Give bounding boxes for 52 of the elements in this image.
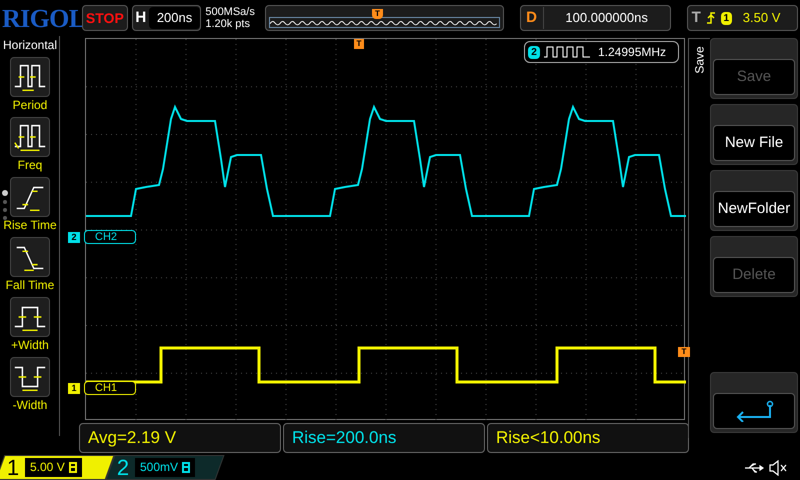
measurement-readout: Avg=2.19 V — [79, 423, 281, 453]
menu-item-label: Freq — [18, 157, 42, 173]
measure-button[interactable] — [10, 357, 50, 397]
channel-marker: 2 — [68, 232, 80, 242]
return-arrow-icon — [734, 400, 774, 422]
channel-number: 2 — [117, 456, 130, 478]
softkey-button[interactable]: NewFolder — [713, 191, 795, 227]
channel-marker: 1 — [68, 382, 80, 394]
measure-button[interactable] — [10, 177, 50, 217]
trigger-level-marker: T — [678, 347, 690, 357]
channel-scale-tab[interactable]: 1 5.00 V — [0, 455, 115, 480]
channel-tag: CH2 — [84, 230, 136, 244]
menu-item-label: Period — [12, 97, 48, 113]
trigger-key: T — [692, 6, 701, 30]
square-wave-icon — [544, 46, 590, 58]
sample-rate: 500MSa/s — [205, 6, 256, 18]
trigger-level: 3.50 V — [742, 9, 780, 28]
measure-button[interactable] — [10, 57, 50, 97]
run-stop-button[interactable]: STOP — [82, 5, 128, 31]
counter-value: 1.24995MHz — [598, 44, 666, 61]
channel-scale: 500mV — [140, 459, 178, 476]
bandwidth-limit-icon — [182, 462, 190, 473]
measurement-readout: Rise<10.00ns — [487, 423, 689, 453]
menu-item-label: -Width — [12, 397, 48, 413]
delay-value[interactable]: 100.000000ns — [542, 7, 670, 29]
speaker-muted-icon — [768, 460, 788, 476]
channel-number: 1 — [7, 456, 20, 478]
trigger-position-marker: T — [372, 9, 383, 19]
memory-depth: 1.20k pts — [205, 18, 251, 30]
channel-scale-tab[interactable]: 2 500mV — [105, 455, 225, 480]
timebase-value[interactable]: 200ns — [148, 7, 200, 29]
measurement-readout: Rise=200.0ns — [283, 423, 485, 453]
measure-button[interactable] — [10, 117, 50, 157]
trigger-source: 1 — [720, 12, 732, 24]
trigger-position-marker: T — [354, 39, 364, 49]
bandwidth-limit-icon — [68, 462, 77, 473]
menu-item-label: Rise Time — [3, 217, 57, 233]
menu-title: Save — [692, 45, 706, 75]
menu-item-label: +Width — [11, 337, 49, 353]
menu-item-label: Fall Time — [6, 277, 54, 293]
timebase-key: H — [132, 6, 149, 30]
menu-title: Horizontal — [2, 38, 58, 53]
delay-key: D — [520, 6, 543, 30]
channel-tag: CH1 — [84, 381, 136, 395]
back-button[interactable] — [713, 393, 795, 429]
usb-icon — [744, 462, 764, 474]
channel-scale: 5.00 V — [30, 459, 65, 476]
measure-button[interactable] — [10, 237, 50, 277]
counter-channel: 2 — [528, 46, 540, 58]
rising-edge-icon — [706, 11, 716, 25]
measure-button[interactable] — [10, 297, 50, 337]
softkey-button[interactable]: New File — [713, 125, 795, 161]
